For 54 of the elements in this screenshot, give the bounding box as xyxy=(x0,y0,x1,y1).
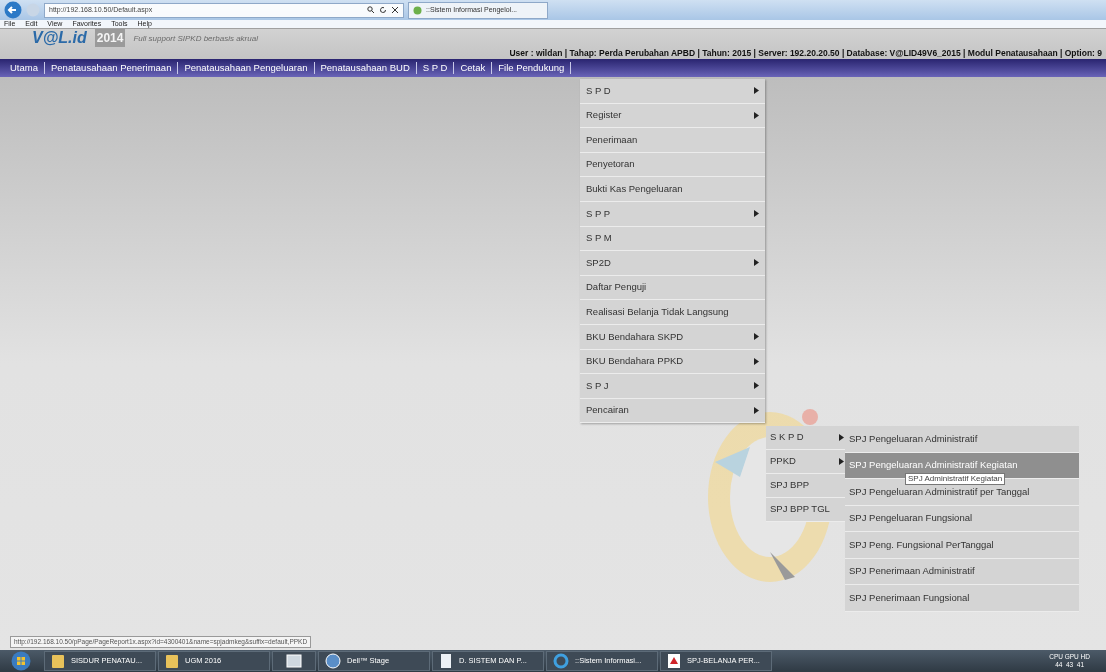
submenu-arrow-icon xyxy=(754,111,759,119)
submenu-arrow-icon xyxy=(754,382,759,390)
submenu-item[interactable]: SPJ Penerimaan Fungsional xyxy=(845,585,1079,612)
dropdown-menu-item[interactable]: Penyetoran xyxy=(580,152,765,178)
submenu-arrow-icon xyxy=(754,407,759,414)
dropdown-menu-item[interactable]: Bukti Kas Pengeluaran xyxy=(580,177,765,202)
app-logo: V@L.id xyxy=(32,29,87,47)
back-icon[interactable] xyxy=(4,1,22,19)
logo-year: 2014 xyxy=(94,29,126,47)
dropdown-menu-item[interactable]: BKU Bendahara PPKD xyxy=(580,349,765,375)
nav-menu-item[interactable]: File Pendukung xyxy=(492,60,571,76)
page-icon xyxy=(413,5,422,15)
pdf-icon xyxy=(667,653,681,669)
submenu-item[interactable]: SPJ Pengeluaran Fungsional xyxy=(845,505,1079,532)
search-icon[interactable] xyxy=(367,6,375,14)
nav-menu-item[interactable]: Utama xyxy=(4,60,44,76)
folder-icon xyxy=(51,653,65,669)
dropdown-menu-item[interactable]: BKU Bendahara SKPD xyxy=(580,324,765,350)
window-icon xyxy=(286,653,302,669)
dropdown-menu-item[interactable]: SP2D xyxy=(580,251,765,276)
nav-menu-item[interactable]: Cetak xyxy=(454,60,492,76)
refresh-icon[interactable] xyxy=(379,6,387,14)
dropdown-menu-item[interactable]: Penerimaan xyxy=(580,128,765,153)
dropdown-menu-item[interactable]: Realisasi Belanja Tidak Langsung xyxy=(580,300,765,325)
nav-menu-item[interactable]: S P D xyxy=(416,60,454,76)
nav-menu-item[interactable]: Penatausahaan BUD xyxy=(314,60,416,76)
folder-icon xyxy=(165,653,179,669)
submenu-arrow-icon xyxy=(754,210,759,218)
submenu-item[interactable]: SPJ Peng. Fungsional PerTanggal xyxy=(845,532,1079,559)
nav-menu-item[interactable]: Penatausahaan Penerimaan xyxy=(45,60,178,76)
dropdown-menu-item[interactable]: S P D xyxy=(580,79,765,104)
document-icon xyxy=(439,653,453,669)
taskbar-button[interactable] xyxy=(272,651,316,671)
dropdown-menu-item[interactable]: Register xyxy=(580,103,765,129)
submenu-arrow-icon xyxy=(839,458,844,465)
submenu-arrow-icon xyxy=(754,87,759,95)
session-info: User : wildan | Tahap: Perda Perubahan APBD | Tahun: 2015 | Server: 192.20.20.50 | Database: V@LID49V6_2015 | Modul Penatausahaan | Option: 9 xyxy=(509,46,1102,60)
dropdown-menu-item[interactable]: Pencairan xyxy=(580,398,765,424)
submenu-arrow-icon xyxy=(754,333,759,341)
submenu-arrow-icon xyxy=(754,259,759,267)
tagline: Full support SIPKD berbasis akrual xyxy=(133,33,258,45)
submenu-arrow-icon xyxy=(754,357,759,365)
dropdown-menu-item[interactable]: Daftar Penguji xyxy=(580,275,765,301)
close-icon[interactable] xyxy=(391,6,399,14)
dropdown-menu-item[interactable]: S P J xyxy=(580,374,765,399)
tooltip: SPJ Administratif Kegiatan xyxy=(905,473,1006,485)
submenu-item[interactable]: SPJ Penerimaan Administratif xyxy=(845,558,1079,585)
nav-menu-item[interactable]: Penatausahaan Pengeluaran xyxy=(178,60,314,76)
submenu-item[interactable]: SPJ Pengeluaran Administratif xyxy=(845,426,1079,453)
dropdown-menu-item[interactable]: S P P xyxy=(580,201,765,227)
browser-icon xyxy=(553,653,569,669)
dropdown-menu-item[interactable]: S P M xyxy=(580,226,765,252)
globe-icon xyxy=(325,653,341,669)
submenu-arrow-icon xyxy=(839,434,844,441)
